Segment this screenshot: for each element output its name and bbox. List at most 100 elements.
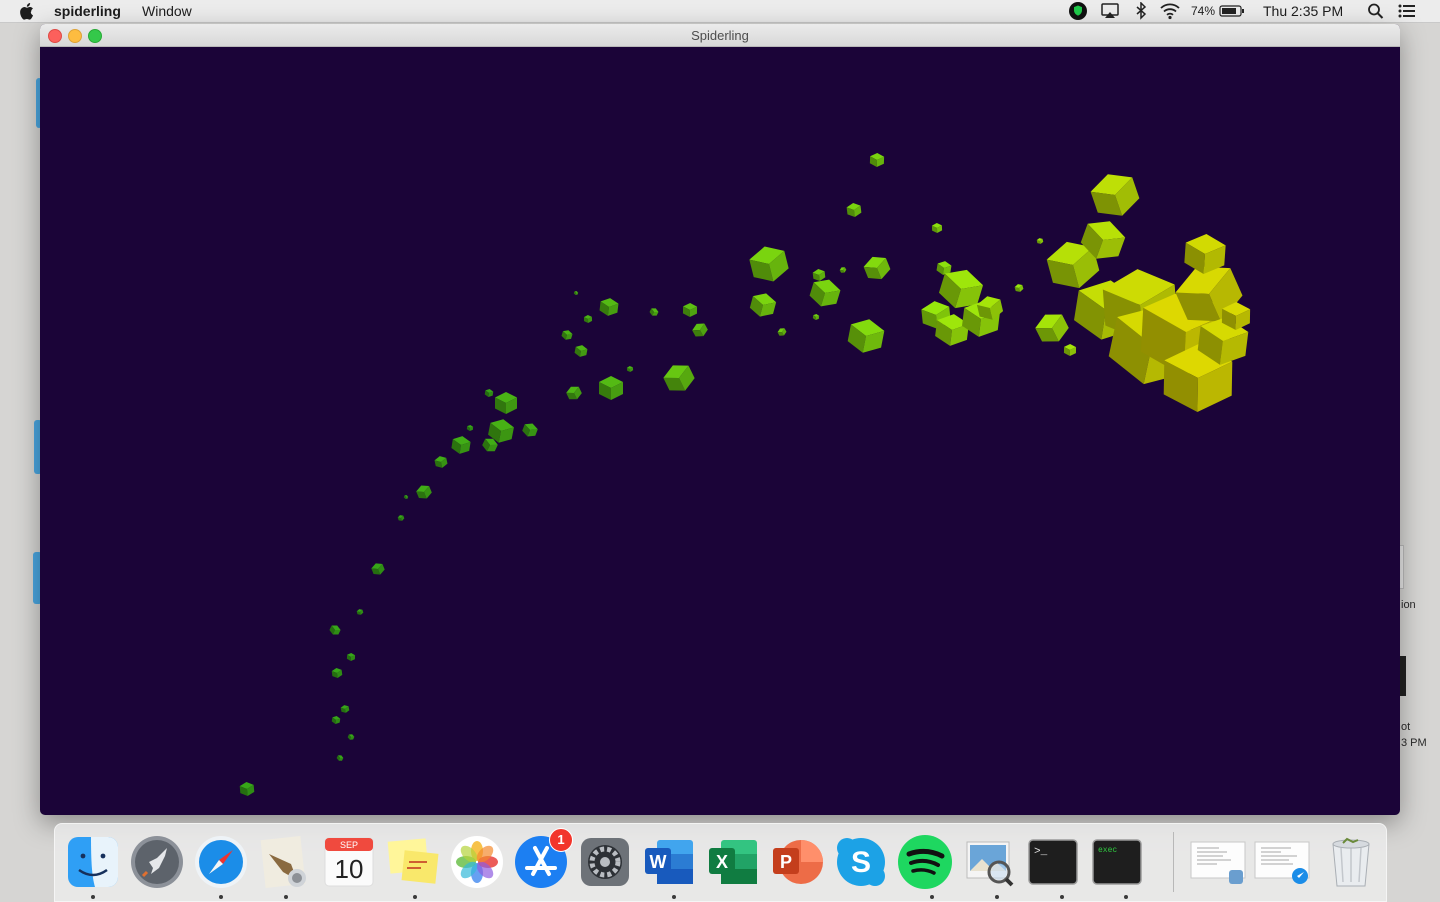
photos-icon[interactable]	[449, 834, 505, 890]
app-name-menu[interactable]: spiderling	[54, 3, 121, 19]
running-indicator	[91, 895, 95, 899]
running-indicator	[672, 895, 676, 899]
running-indicator	[1124, 895, 1128, 899]
safari-icon[interactable]	[193, 834, 249, 890]
cube	[649, 308, 659, 316]
notification-center-icon[interactable]	[1397, 2, 1417, 20]
trash-icon[interactable]	[1323, 834, 1379, 890]
cube	[371, 563, 385, 575]
cube	[809, 279, 841, 307]
menubar-clock[interactable]: Thu 2:35 PM	[1263, 3, 1343, 19]
window-titlebar[interactable]: Spiderling	[40, 24, 1400, 47]
cube	[451, 436, 471, 454]
document-stack-icon[interactable]	[1189, 834, 1249, 890]
cube	[1090, 174, 1140, 216]
window-menu[interactable]: Window	[142, 3, 192, 19]
cube	[346, 653, 356, 661]
shield-app-icon[interactable]	[1068, 2, 1088, 20]
svg-text:exec: exec	[1098, 846, 1117, 855]
svg-text:P: P	[780, 852, 792, 872]
cube	[663, 365, 695, 391]
system-preferences-icon[interactable]	[577, 834, 633, 890]
calendar-month: SEP	[340, 840, 358, 850]
cube	[583, 315, 593, 323]
spotlight-search-icon[interactable]	[1366, 2, 1386, 20]
mail-icon[interactable]	[257, 834, 313, 890]
powerpoint-icon[interactable]: P	[769, 834, 825, 890]
spiderling-window: Spiderling	[40, 24, 1400, 815]
cube	[599, 376, 623, 400]
cube	[331, 668, 343, 678]
cube	[484, 389, 494, 397]
app-store-item[interactable]: 1	[513, 828, 573, 890]
render-canvas[interactable]	[40, 47, 1400, 815]
stickies-icon[interactable]	[385, 834, 441, 890]
notification-badge: 1	[549, 828, 573, 852]
cube	[329, 625, 341, 635]
running-indicator	[1060, 895, 1064, 899]
cube	[336, 755, 344, 761]
airplay-icon[interactable]	[1100, 2, 1120, 20]
cube	[626, 366, 634, 372]
cube	[347, 734, 355, 740]
svg-text:X: X	[716, 852, 728, 872]
battery-icon[interactable]	[1219, 2, 1245, 20]
running-indicator	[413, 895, 417, 899]
preview-icon[interactable]	[961, 834, 1017, 890]
bluetooth-icon[interactable]	[1131, 2, 1151, 20]
cube	[573, 291, 579, 295]
cube	[847, 319, 885, 353]
dock-separator	[1173, 832, 1174, 892]
cube	[239, 782, 255, 796]
cube	[1036, 238, 1044, 244]
cube	[777, 328, 787, 336]
cube	[812, 269, 826, 281]
cube	[1035, 314, 1069, 342]
cube	[599, 298, 619, 316]
downloads-stack-icon[interactable]	[1253, 834, 1313, 890]
svg-text:>_: >_	[1034, 846, 1048, 858]
cube	[682, 303, 698, 317]
exec-terminal-icon[interactable]: exec	[1089, 834, 1145, 890]
cube	[340, 705, 350, 713]
cube	[749, 246, 789, 282]
spotify-icon[interactable]	[897, 834, 953, 890]
word-icon[interactable]: W	[641, 834, 697, 890]
desktop-label-partial: ot	[1401, 721, 1411, 733]
running-indicator	[284, 895, 288, 899]
terminal-icon[interactable]: >_	[1025, 834, 1081, 890]
svg-text:W: W	[650, 852, 667, 872]
cube	[749, 293, 777, 317]
cube	[846, 203, 862, 217]
battery-percent: 74%	[1191, 4, 1216, 18]
cube	[466, 425, 474, 431]
cube	[692, 323, 708, 337]
cube	[522, 423, 538, 437]
calendar-icon[interactable]: SEP 10	[321, 834, 377, 890]
running-indicator	[995, 895, 999, 899]
running-indicator	[219, 895, 223, 899]
cube	[574, 345, 588, 357]
cube	[812, 314, 820, 320]
window-title: Spiderling	[691, 28, 749, 43]
desktop-label-partial: 3 PM	[1401, 737, 1427, 749]
running-indicator	[930, 895, 934, 899]
desktop-label-partial: ion	[1401, 599, 1416, 611]
cube	[403, 495, 409, 499]
cube	[863, 256, 891, 280]
dock: SEP 10 1 W X P S >_ exec	[54, 823, 1387, 902]
cube	[566, 386, 582, 400]
finder-icon[interactable]	[65, 834, 121, 890]
apple-menu-icon[interactable]	[20, 2, 36, 20]
calendar-day: 10	[335, 854, 364, 884]
cube	[416, 485, 432, 499]
launchpad-icon[interactable]	[129, 834, 185, 890]
menu-bar: spiderling Window 74% Thu 2:35 PM	[0, 0, 1440, 23]
cube	[1063, 344, 1077, 356]
skype-icon[interactable]: S	[833, 834, 889, 890]
excel-icon[interactable]: X	[705, 834, 761, 890]
wifi-icon[interactable]	[1160, 2, 1180, 20]
cube	[495, 392, 517, 414]
cube	[1014, 284, 1024, 292]
cube	[331, 716, 341, 724]
